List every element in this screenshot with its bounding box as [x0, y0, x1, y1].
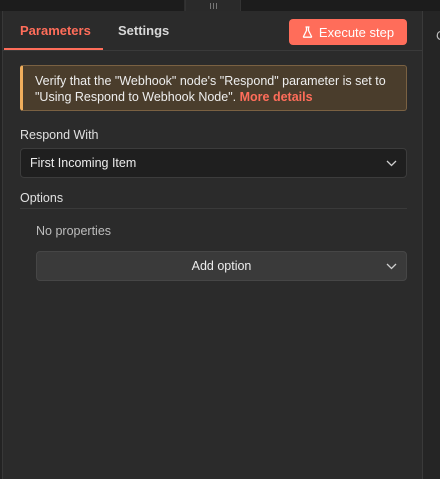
warning-message: Verify that the "Webhook" node's "Respon…: [35, 74, 386, 104]
adjacent-panel-edge: C: [422, 11, 440, 479]
options-label: Options: [20, 191, 64, 205]
adjacent-panel-peek-text: C: [436, 28, 440, 43]
top-strip-segment: [0, 0, 185, 11]
node-parameters-panel: Parameters Settings Execute step Verify …: [2, 11, 423, 479]
no-properties-text: No properties: [36, 224, 112, 238]
add-option-button[interactable]: Add option: [36, 251, 407, 281]
grip-line: [215, 2, 217, 9]
warning-banner: Verify that the "Webhook" node's "Respon…: [20, 65, 407, 111]
flask-icon: [302, 26, 313, 38]
tab-parameters[interactable]: Parameters: [20, 23, 91, 38]
active-tab-indicator: [4, 48, 103, 50]
respond-with-label: Respond With: [20, 128, 99, 142]
grip-line: [209, 2, 211, 9]
execute-step-button[interactable]: Execute step: [289, 19, 407, 45]
panel-drag-handle[interactable]: [185, 0, 241, 11]
respond-with-value: First Incoming Item: [30, 156, 137, 170]
chevron-down-icon: [386, 156, 397, 170]
options-divider: [20, 208, 407, 209]
grip-line: [212, 2, 214, 9]
chevron-down-icon: [386, 259, 397, 273]
more-details-link[interactable]: More details: [240, 90, 313, 104]
panel-tabs: Parameters Settings Execute step: [3, 11, 423, 51]
respond-with-select[interactable]: First Incoming Item: [20, 148, 407, 178]
add-option-label: Add option: [191, 259, 252, 273]
execute-step-label: Execute step: [318, 24, 395, 40]
tab-settings[interactable]: Settings: [118, 23, 169, 38]
